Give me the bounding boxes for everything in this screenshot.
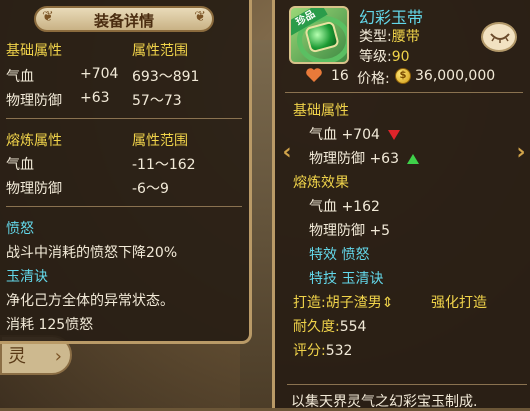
refine-range-header: 属性范围 <box>132 133 188 149</box>
equip-detail-title: 装备详情 <box>93 12 154 30</box>
skill-desc: 净化己方全体的异常状态。 <box>6 293 174 309</box>
divider <box>6 118 242 119</box>
item-name: 幻彩玉带 <box>359 8 424 27</box>
item-refine-row: 物理防御 +5 <box>309 223 391 239</box>
item-tooltip-panel: 珍品 幻彩玉带 类型:腰带 等级:90 16 价格: $ 36,000,000 … <box>272 0 530 410</box>
price-label: 价格: <box>357 71 390 87</box>
eye-icon <box>490 33 510 43</box>
coin-icon: $ <box>395 68 411 84</box>
item-description-box: 以集天界灵气之幻彩宝玉制成. <box>287 384 527 410</box>
divider <box>285 92 523 93</box>
maker-label: 打造: <box>293 295 326 311</box>
base-attr-range: 57～73 <box>132 93 182 109</box>
base-attr-value: +63 <box>80 90 110 106</box>
refine-attr-header: 熔炼属性 <box>6 133 62 149</box>
gender-icon: ⇕ <box>381 295 394 311</box>
item-refine-header: 熔炼效果 <box>293 175 349 191</box>
durability-row: 耐久度:554 <box>293 316 366 336</box>
maker-value[interactable]: 胡子渣男 <box>326 295 382 311</box>
prev-arrow-icon[interactable]: ‹ <box>279 140 295 166</box>
special-effect-name: 愤怒 <box>6 221 34 237</box>
base-attr-header: 基础属性 <box>6 43 62 59</box>
skill-name: 玉清诀 <box>6 269 48 285</box>
divider <box>6 206 242 207</box>
special-skill-row: 特技 玉清诀 <box>309 268 383 288</box>
equip-detail-title-banner: ❦ 装备详情 ❦ <box>34 6 214 32</box>
ornament-right-icon: ❦ <box>194 9 206 25</box>
skill-cost: 消耗 125愤怒 <box>6 317 94 333</box>
base-attr-value: +704 <box>80 66 119 82</box>
base-attr-name: 物理防御 <box>6 93 62 109</box>
refine-attr-name: 物理防御 <box>6 181 62 197</box>
base-attr-range: 693～891 <box>132 69 200 85</box>
item-base-row: 气血 +704 <box>309 124 400 144</box>
item-refine-row: 气血 +162 <box>309 199 380 215</box>
price-value: 36,000,000 <box>415 68 496 84</box>
item-base-text: 物理防御 +63 <box>309 151 399 167</box>
heart-icon[interactable] <box>305 67 323 83</box>
special-effect-desc: 战斗中消耗的愤怒下降20% <box>6 245 178 261</box>
skill-value: 玉清诀 <box>341 271 384 287</box>
up-arrow-icon <box>407 154 419 164</box>
base-range-header: 属性范围 <box>132 43 188 59</box>
base-attr-name: 气血 <box>6 69 34 85</box>
item-base-row: 物理防御 +63 <box>309 148 419 168</box>
special-value: 愤怒 <box>341 247 370 263</box>
down-arrow-icon <box>387 130 400 140</box>
maker-row: 打造:胡子渣男⇕ <box>293 292 393 312</box>
refine-attr-range: -11～162 <box>132 157 196 173</box>
level-label: 等级: <box>359 49 392 65</box>
enhance-label: 强化打造 <box>431 295 487 311</box>
preview-button[interactable] <box>481 22 517 52</box>
special-label: 特效 <box>309 247 337 263</box>
special-effect-row: 特效 愤怒 <box>309 244 369 264</box>
equip-detail-panel: ❦ 装备详情 ❦ 基础属性 属性范围 气血 +704 693～891 物理防御 … <box>0 0 252 344</box>
likes-count: 16 <box>331 68 349 84</box>
item-base-text: 气血 +704 <box>309 127 380 143</box>
type-value: 腰带 <box>391 29 420 45</box>
item-icon: 珍品 <box>289 6 349 64</box>
score-label: 评分: <box>293 343 326 359</box>
skill-label: 特技 <box>309 271 337 287</box>
score-value: 532 <box>325 343 353 359</box>
item-base-header: 基础属性 <box>293 103 349 119</box>
score-row: 评分:532 <box>293 340 352 360</box>
refine-attr-range: -6～9 <box>132 181 169 197</box>
side-tab-label: 灵 <box>8 346 26 367</box>
type-label: 类型: <box>359 29 392 45</box>
refine-attr-name: 气血 <box>6 157 34 173</box>
item-description: 以集天界灵气之幻彩宝玉制成. <box>291 394 478 410</box>
durability-value: 554 <box>339 319 367 335</box>
level-value: 90 <box>391 49 410 65</box>
next-arrow-icon[interactable]: › <box>513 140 529 166</box>
durability-label: 耐久度: <box>293 319 340 335</box>
